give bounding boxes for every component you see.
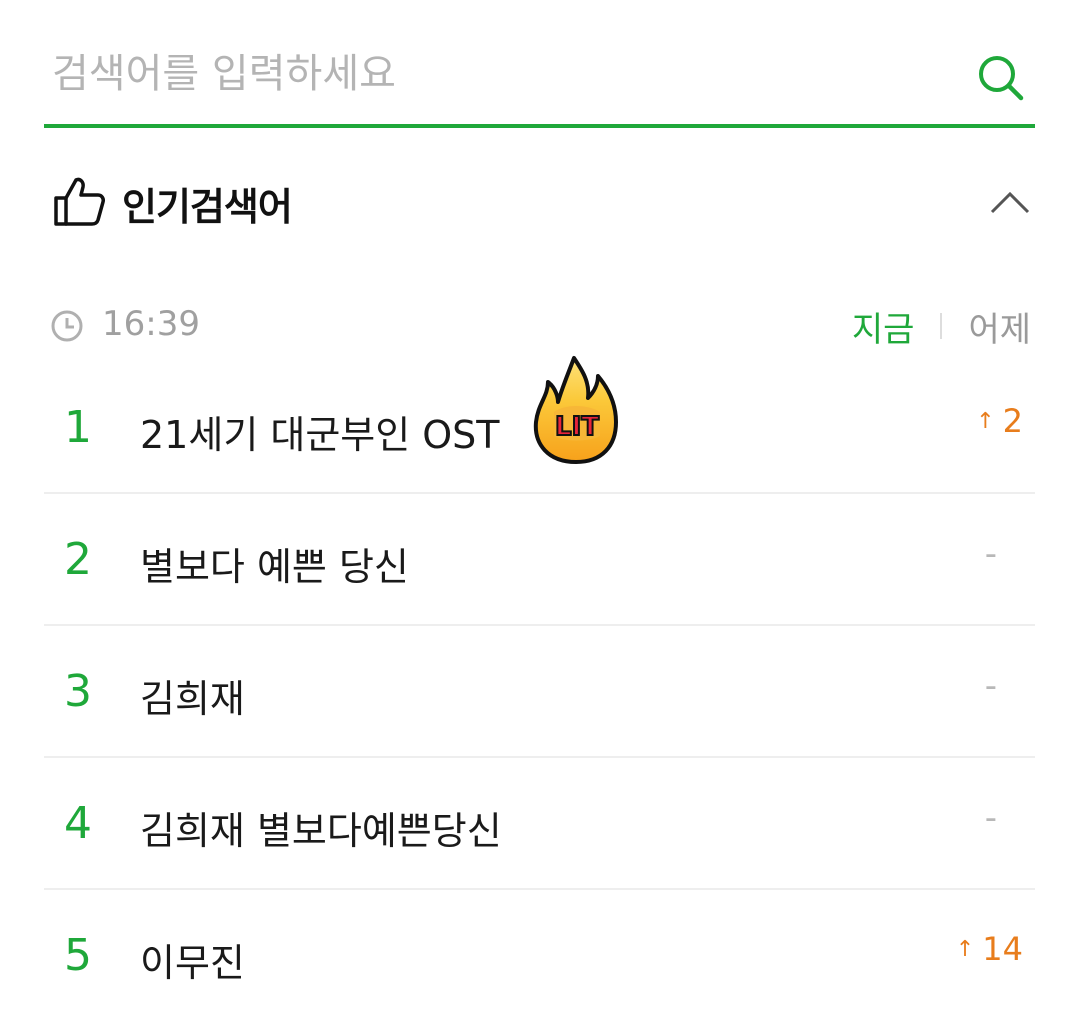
rank-change-up: ↑ 2 [976, 402, 1023, 440]
tab-now[interactable]: 지금 [852, 302, 915, 351]
search-button[interactable] [973, 50, 1029, 106]
popular-title: 인기검색어 [122, 185, 293, 229]
rank-keyword[interactable]: 별보다 예쁜 당신 [140, 536, 409, 591]
period-toggle: 지금 어제 [852, 300, 1031, 352]
clock-icon [51, 310, 83, 342]
svg-text:LIT: LIT [555, 412, 599, 442]
time-row: 16:39 지금 어제 [50, 300, 1035, 352]
ranking-row-3[interactable]: 3 김희재 - [44, 626, 1035, 758]
rank-keyword[interactable]: 김희재 별보다예쁜당신 [140, 800, 502, 855]
ranking-list: 1 21세기 대군부인 OST LIT ↑ 2 2 별보다 예쁜 당신 - 3 … [44, 356, 1035, 1022]
arrow-up-icon: ↑ [976, 408, 995, 434]
ranking-row-2[interactable]: 2 별보다 예쁜 당신 - [44, 494, 1035, 626]
arrow-up-icon: ↑ [955, 936, 975, 962]
popular-header: 인기검색어 [52, 170, 1032, 234]
rank-number: 2 [64, 534, 92, 585]
rank-keyword[interactable]: 김희재 [140, 668, 245, 723]
search-bar [44, 28, 1035, 128]
rank-number: 1 [64, 402, 92, 453]
tab-divider [940, 313, 943, 339]
rank-number: 4 [64, 798, 92, 849]
collapse-button[interactable] [988, 184, 1032, 220]
tab-yesterday[interactable]: 어제 [968, 302, 1031, 351]
rank-change-none: - [984, 534, 997, 574]
rank-change-value: 14 [982, 930, 1023, 968]
update-time: 16:39 [102, 304, 200, 344]
rank-change-none: - [984, 798, 997, 838]
chevron-up-icon [990, 191, 1030, 214]
rank-change-value: 2 [1002, 402, 1023, 440]
rank-keyword[interactable]: 이무진 [140, 932, 245, 987]
ranking-row-5[interactable]: 5 이무진 ↑ 14 [44, 890, 1035, 1022]
search-icon [979, 56, 1024, 101]
rank-number: 5 [64, 930, 92, 981]
ranking-row-4[interactable]: 4 김희재 별보다예쁜당신 - [44, 758, 1035, 890]
search-input[interactable] [52, 46, 932, 102]
ranking-row-1[interactable]: 1 21세기 대군부인 OST LIT ↑ 2 [44, 356, 1035, 494]
thumbs-up-icon [54, 177, 105, 226]
rank-change-none: - [984, 666, 997, 706]
rank-keyword[interactable]: 21세기 대군부인 OST [140, 404, 500, 459]
lit-fire-sticker: LIT [533, 356, 618, 464]
rank-number: 3 [64, 666, 92, 717]
rank-change-up: ↑ 14 [956, 930, 1023, 968]
